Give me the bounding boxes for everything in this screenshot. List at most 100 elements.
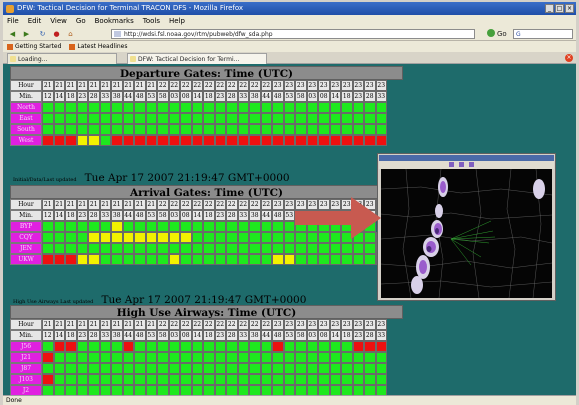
status-cell [226,232,238,243]
status-cell [76,374,88,385]
bookmarks-toolbar: Getting Started Latest Headlines [3,41,576,52]
status-cell [145,102,157,113]
status-cell [260,221,272,232]
row-label-south[interactable]: South [10,124,42,135]
row-label-ukw[interactable]: UKW [10,254,42,265]
hour-row-cell: 22 [203,199,215,210]
minute-row-cell: 33 [375,91,387,102]
row-label-cqy[interactable]: CQY [10,232,42,243]
status-cell [364,135,376,146]
status-cell [122,243,134,254]
status-cell [122,254,134,265]
stop-icon[interactable]: ● [51,29,62,39]
status-cell [237,363,249,374]
minute-row-cell: 33 [237,91,249,102]
row-label-north[interactable]: North [10,102,42,113]
menu-help[interactable]: Help [169,15,185,27]
status-cell [134,374,146,385]
menu-view[interactable]: View [50,15,67,27]
status-cell [364,341,376,352]
bookmark-label: Getting Started [15,43,62,50]
status-cell [272,254,284,265]
status-cell [111,135,123,146]
status-cell [318,363,330,374]
status-cell [375,124,387,135]
menu-edit[interactable]: Edit [28,15,42,27]
row-label-byp[interactable]: BYP [10,221,42,232]
menu-file[interactable]: File [7,15,19,27]
row-label-west[interactable]: West [10,135,42,146]
go-button[interactable]: Go [487,29,507,39]
status-cell [237,221,249,232]
hour-row-cell: 23 [341,80,353,91]
status-cell [180,135,192,146]
minute-row-cell: 58 [157,210,169,221]
status-cell [203,124,215,135]
tab-loading[interactable]: Loading... [7,53,117,64]
minute-row-cell: 23 [214,330,226,341]
row-label-j2[interactable]: J2 [10,385,42,395]
status-cell [318,102,330,113]
hour-row-cell: 21 [76,319,88,330]
status-cell [122,135,134,146]
status-cell [168,232,180,243]
status-cell [249,135,261,146]
radar-tool-icon[interactable] [459,162,464,167]
status-cell [375,363,387,374]
status-cell [99,113,111,124]
status-cell [260,243,272,254]
status-cell [134,124,146,135]
status-cell [318,352,330,363]
status-cell [203,385,215,395]
weather-radar-image [381,169,552,298]
status-cell [318,385,330,395]
status-cell [352,254,364,265]
row-label-j56[interactable]: J56 [10,341,42,352]
close-button[interactable]: × [565,4,574,13]
status-cell [214,135,226,146]
status-cell [76,113,88,124]
status-cell [272,374,284,385]
address-bar[interactable]: http://wdsi.fsl.noaa.gov/rtm/pubweb/dfw_… [111,29,475,39]
status-cell [65,374,77,385]
minute-row-cell: 48 [272,91,284,102]
row-label-j87[interactable]: J87 [10,363,42,374]
status-cell [237,374,249,385]
status-cell [134,221,146,232]
status-cell [237,254,249,265]
status-cell [122,221,134,232]
forward-icon[interactable]: ▶ [21,29,32,39]
status-cell [272,243,284,254]
close-tab-icon[interactable]: × [565,54,573,62]
reload-icon[interactable]: ↻ [37,29,48,39]
status-cell [157,341,169,352]
maximize-button[interactable]: □ [555,4,564,13]
status-cell [88,135,100,146]
minimize-button[interactable]: _ [545,4,554,13]
row-label-jen[interactable]: JEN [10,243,42,254]
status-cell [76,102,88,113]
hour-row-cell: 21 [99,80,111,91]
home-icon[interactable]: ⌂ [65,29,76,39]
radar-tool-icon[interactable] [449,162,454,167]
back-icon[interactable]: ◀ [7,29,18,39]
status-cell [226,102,238,113]
menu-go[interactable]: Go [76,15,86,27]
search-input[interactable]: G [513,29,573,39]
bookmark-getting-started[interactable]: Getting Started [7,41,61,52]
status-cell [214,124,226,135]
radar-tool-icon[interactable] [469,162,474,167]
row-label-j103[interactable]: J103 [10,374,42,385]
status-cell [42,363,54,374]
radar-popup-window[interactable] [377,153,556,301]
tab-dfw[interactable]: DFW: Tactical Decision for Termi... [127,53,267,64]
hour-row-cell: 21 [99,199,111,210]
row-label-j21[interactable]: J21 [10,352,42,363]
status-cell [191,113,203,124]
menu-bookmarks[interactable]: Bookmarks [95,15,134,27]
bookmark-latest-headlines[interactable]: Latest Headlines [69,41,127,52]
hour-row-cell: 21 [76,80,88,91]
menu-tools[interactable]: Tools [143,15,160,27]
row-label-east[interactable]: East [10,113,42,124]
minute-row-cell: 23 [76,91,88,102]
